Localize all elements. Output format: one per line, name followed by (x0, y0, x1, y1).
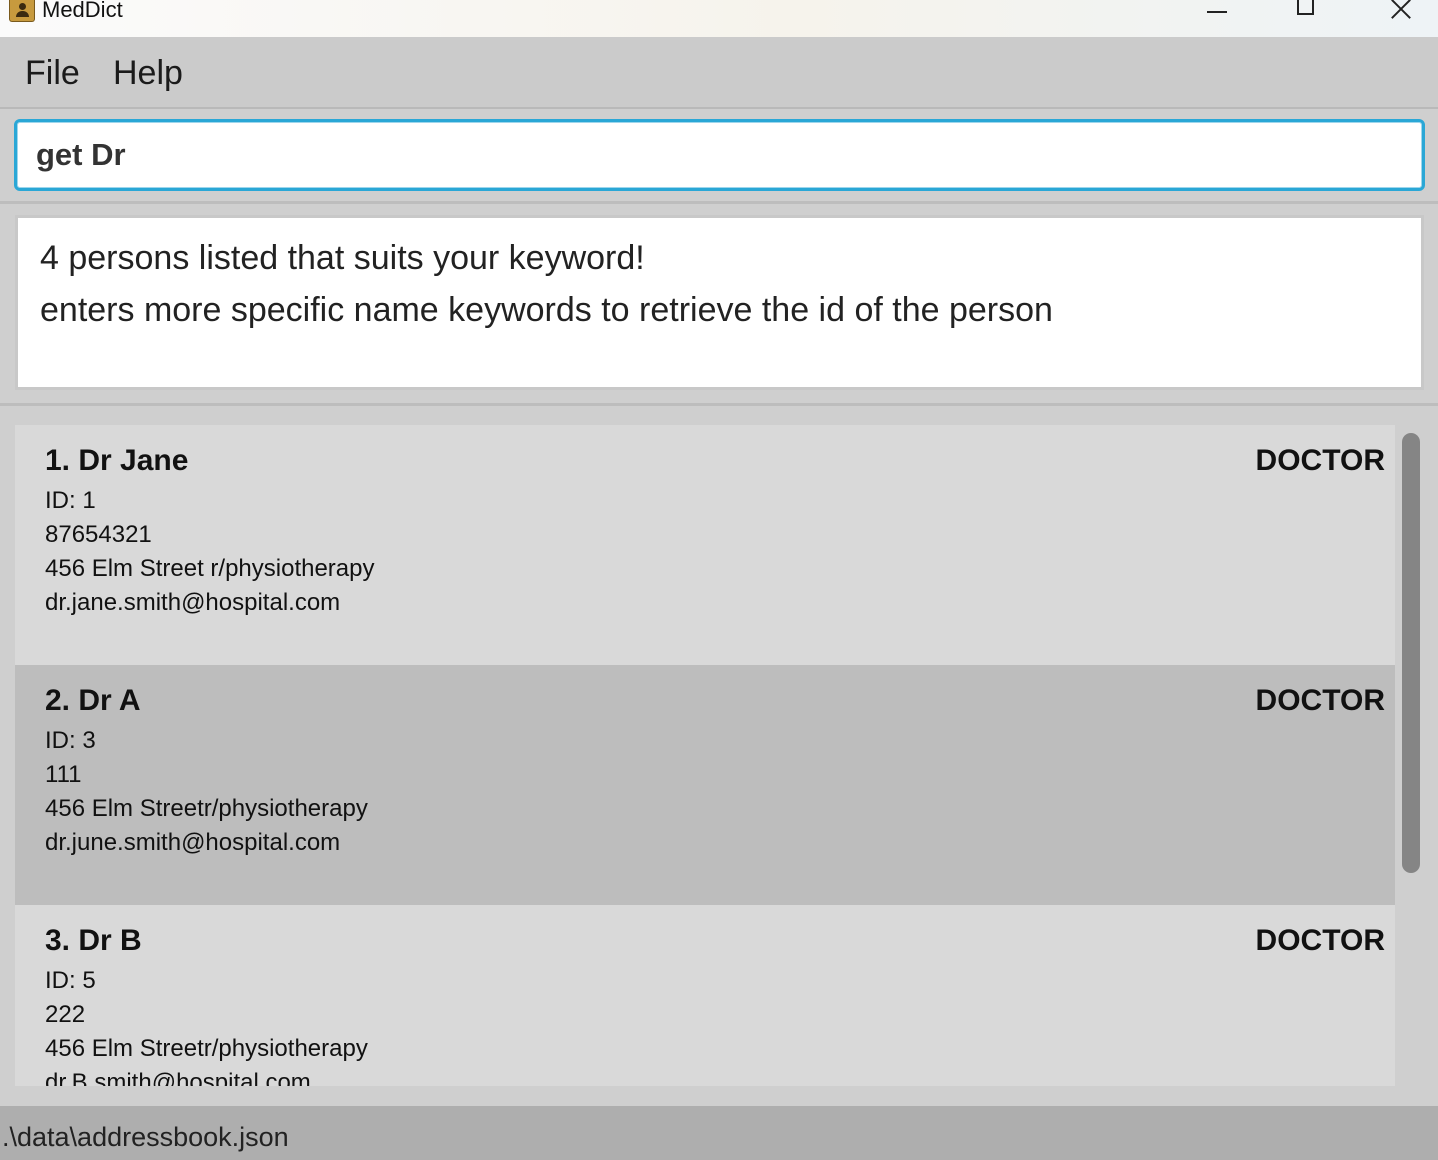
person-name: 1. Dr Jane (45, 444, 189, 477)
person-card[interactable]: 2. Dr A DOCTOR ID: 3 111 456 Elm Streetr… (15, 665, 1395, 905)
person-id: ID: 1 (45, 487, 96, 514)
menu-file[interactable]: File (25, 51, 80, 95)
person-address: 456 Elm Streetr/physiotherapy (45, 1035, 368, 1062)
person-name: 3. Dr B (45, 924, 142, 957)
person-phone: 222 (45, 1001, 86, 1028)
person-card[interactable]: 1. Dr Jane DOCTOR ID: 1 87654321 456 Elm… (15, 425, 1395, 665)
result-display: 4 persons listed that suits your keyword… (15, 215, 1424, 390)
person-name: 2. Dr A (45, 684, 141, 717)
result-display-area: 4 persons listed that suits your keyword… (0, 204, 1438, 406)
person-card[interactable]: 3. Dr B DOCTOR ID: 5 222 456 Elm Streetr… (15, 905, 1395, 1086)
person-role-tag: DOCTOR (1255, 444, 1385, 477)
command-input[interactable] (14, 119, 1425, 191)
close-icon[interactable] (1377, 0, 1423, 32)
list-scrollbar[interactable] (1399, 425, 1425, 1086)
person-phone: 87654321 (45, 521, 152, 548)
status-bar: .\data\addressbook.json (0, 1106, 1438, 1160)
person-address: 456 Elm Street r/physiotherapy (45, 555, 375, 582)
person-id: ID: 3 (45, 727, 96, 754)
window-title: MedDict (42, 0, 123, 22)
person-phone: 111 (45, 761, 82, 788)
address-book-icon (9, 0, 35, 22)
person-id: ID: 5 (45, 967, 96, 994)
result-message-line: enters more specific name keywords to re… (40, 291, 1053, 329)
person-address: 456 Elm Streetr/physiotherapy (45, 795, 368, 822)
menu-bar: File Help (0, 37, 1438, 109)
person-email: dr.june.smith@hospital.com (45, 829, 341, 856)
scrollbar-thumb[interactable] (1402, 433, 1420, 873)
person-list-panel: 1. Dr Jane DOCTOR ID: 1 87654321 456 Elm… (0, 406, 1438, 1106)
menu-help[interactable]: Help (113, 51, 183, 95)
minimize-icon[interactable] (1193, 0, 1239, 32)
command-box-area (0, 109, 1438, 204)
title-bar: MedDict (0, 0, 1438, 37)
person-role-tag: DOCTOR (1255, 684, 1385, 717)
person-list[interactable]: 1. Dr Jane DOCTOR ID: 1 87654321 456 Elm… (15, 425, 1395, 1086)
person-email: dr.jane.smith@hospital.com (45, 589, 341, 616)
save-file-path: .\data\addressbook.json (2, 1122, 289, 1152)
maximize-icon[interactable] (1283, 0, 1329, 32)
person-role-tag: DOCTOR (1255, 924, 1385, 957)
result-message-line: 4 persons listed that suits your keyword… (40, 239, 645, 277)
person-email: dr.B.smith@hospital.com (45, 1069, 311, 1086)
